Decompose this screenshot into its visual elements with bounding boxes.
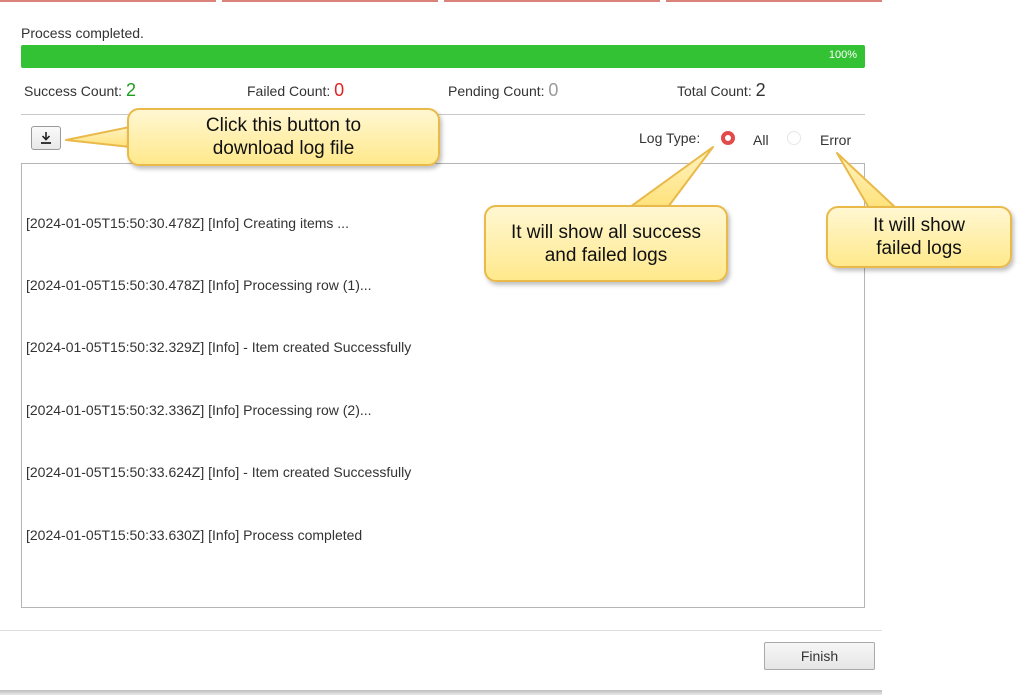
callout-download: Click this button to download log file bbox=[127, 108, 440, 166]
callout-text: failed logs bbox=[876, 238, 962, 259]
callout-error-logs: It will show failed logs bbox=[826, 206, 1012, 268]
callout-text: Click this button to bbox=[205, 115, 362, 136]
callout-download-pointer bbox=[65, 126, 131, 148]
callout-error-pointer bbox=[836, 152, 897, 209]
callout-text: download log file bbox=[212, 138, 355, 159]
callout-all-logs: It will show all success and failed logs bbox=[484, 205, 728, 282]
callout-text: It will show bbox=[873, 215, 965, 236]
callout-pointers bbox=[65, 126, 897, 209]
callout-text: and failed logs bbox=[544, 244, 668, 266]
callout-text: It will show all success bbox=[510, 221, 702, 243]
callout-all-pointer bbox=[629, 146, 714, 208]
